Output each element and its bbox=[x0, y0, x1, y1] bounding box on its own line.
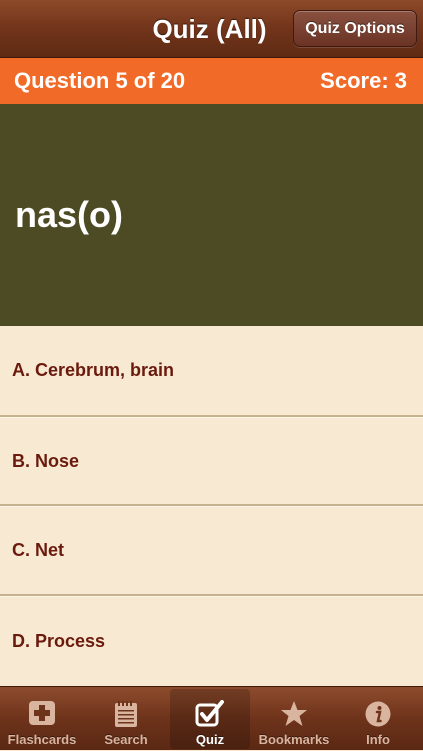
answer-label: D. Process bbox=[12, 631, 106, 651]
answer-option-a[interactable]: A. Cerebrum, brain bbox=[0, 326, 423, 415]
answer-label: A. Cerebrum, brain bbox=[12, 360, 175, 380]
checkbox-icon bbox=[195, 700, 225, 733]
question-counter: Question 5 of 20 bbox=[14, 68, 186, 93]
tab-label: Info bbox=[366, 732, 390, 747]
term-panel: nas(o) bbox=[0, 104, 423, 326]
star-icon bbox=[280, 700, 308, 732]
answer-option-d[interactable]: D. Process bbox=[0, 597, 423, 686]
tab-label: Flashcards bbox=[7, 732, 77, 747]
tab-quiz[interactable]: Quiz bbox=[168, 687, 252, 751]
tab-flashcards[interactable]: Flashcards bbox=[0, 687, 84, 751]
tab-bookmarks[interactable]: Bookmarks bbox=[252, 687, 336, 751]
score-label: Score: 3 bbox=[320, 68, 407, 93]
tab-bar: Flashcards Search Quiz Bookmarks Info bbox=[0, 686, 423, 750]
quiz-term: nas(o) bbox=[15, 194, 123, 235]
tab-search[interactable]: Search bbox=[84, 687, 168, 751]
nav-bar: Quiz (All) Quiz Options bbox=[0, 0, 423, 58]
tab-label: Quiz bbox=[195, 732, 225, 747]
quiz-options-button[interactable]: Quiz Options bbox=[293, 10, 417, 47]
info-icon bbox=[364, 700, 392, 733]
status-bar: Question 5 of 20 Score: 3 bbox=[0, 58, 423, 104]
answer-option-c[interactable]: C. Net bbox=[0, 507, 423, 594]
answer-option-b[interactable]: B. Nose bbox=[0, 418, 423, 504]
notepad-icon bbox=[114, 700, 138, 733]
tab-label: Bookmarks bbox=[258, 732, 330, 747]
tab-label: Search bbox=[104, 732, 148, 747]
answer-label: C. Net bbox=[12, 540, 65, 560]
plus-card-icon bbox=[28, 700, 56, 731]
answer-label: B. Nose bbox=[12, 451, 80, 471]
tab-info[interactable]: Info bbox=[336, 687, 420, 751]
